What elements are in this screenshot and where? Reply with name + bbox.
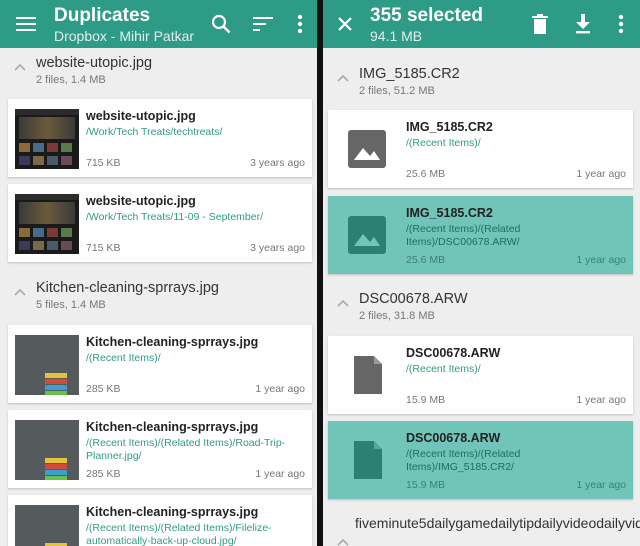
group-name: website-utopic.jpg — [36, 55, 153, 71]
selection-count: 355 selected — [370, 5, 484, 26]
file-card[interactable]: IMG_5185.CR2 /(Recent Items)/ 25.6 MB 1 … — [328, 110, 633, 188]
chevron-up-icon[interactable] — [337, 538, 349, 546]
page-title: Duplicates — [54, 5, 151, 26]
file-age: 1 year ago — [255, 468, 305, 480]
file-card[interactable]: Kitchen-cleaning-sprrays.jpg /(Recent It… — [8, 325, 312, 403]
group-meta: 2 files, 1.4 MB — [36, 74, 106, 86]
search-icon[interactable] — [209, 12, 233, 36]
file-size: 15.9 MB — [406, 479, 446, 491]
file-name: Kitchen-cleaning-sprrays.jpg — [86, 420, 259, 434]
file-age: 1 year ago — [576, 394, 626, 406]
sort-icon[interactable] — [251, 12, 275, 36]
file-age: 3 years ago — [250, 242, 305, 254]
group-name: IMG_5185.CR2 — [359, 66, 460, 82]
image-icon — [348, 216, 386, 254]
group-meta: 5 files, 1.4 MB — [36, 299, 106, 311]
file-size: 285 KB — [86, 468, 121, 480]
file-icon — [354, 356, 382, 394]
file-size: 25.6 MB — [406, 168, 446, 180]
image-thumbnail — [15, 505, 79, 546]
file-card[interactable]: Kitchen-cleaning-sprrays.jpg /(Recent It… — [8, 495, 312, 546]
delete-icon[interactable] — [528, 12, 552, 36]
menu-icon[interactable] — [14, 12, 38, 36]
file-path: /Work/Tech Treats/techtreats/ — [86, 126, 223, 138]
file-name: DSC00678.ARW — [406, 431, 501, 445]
download-icon[interactable] — [571, 12, 595, 36]
file-path: /(Recent Items)/ — [86, 352, 161, 364]
file-path: /(Recent Items)/(Related Items)/IMG_5185… — [406, 448, 521, 473]
image-thumbnail — [15, 335, 79, 395]
file-size: 285 KB — [86, 383, 121, 395]
right-panel: 355 selected 94.1 MB IMG_5185.CR2 2 file… — [323, 0, 640, 546]
chevron-up-icon[interactable] — [14, 63, 26, 71]
selection-app-bar: 355 selected 94.1 MB — [323, 0, 640, 48]
close-icon[interactable] — [333, 12, 357, 36]
image-thumbnail — [15, 194, 79, 254]
file-path: /(Recent Items)/ — [406, 363, 481, 375]
file-name: IMG_5185.CR2 — [406, 206, 493, 220]
file-path: /(Recent Items)/(Related Items)/DSC00678… — [406, 223, 521, 248]
file-name: Kitchen-cleaning-sprrays.jpg — [86, 505, 259, 519]
app-bar: Duplicates Dropbox - Mihir Patkar — [0, 0, 317, 48]
file-path: /(Recent Items)/(Related Items)/Filelize… — [86, 522, 272, 546]
file-age: 1 year ago — [576, 168, 626, 180]
file-size: 15.9 MB — [406, 394, 446, 406]
file-size: 25.6 MB — [406, 254, 446, 266]
file-age: 1 year ago — [576, 479, 626, 491]
image-icon — [348, 130, 386, 168]
file-path: /(Recent Items)/(Related Items)/Road-Tri… — [86, 437, 286, 462]
file-name: website-utopic.jpg — [86, 109, 196, 123]
group-name[interactable]: fiveminute5dailygamedailytipdailyvideoda… — [355, 514, 640, 532]
left-panel: Duplicates Dropbox - Mihir Patkar websit… — [0, 0, 317, 546]
selection-size: 94.1 MB — [370, 28, 423, 44]
file-name: DSC00678.ARW — [406, 346, 501, 360]
chevron-up-icon[interactable] — [337, 299, 349, 307]
chevron-up-icon[interactable] — [337, 74, 349, 82]
group-meta: 2 files, 51.2 MB — [359, 85, 435, 97]
file-card[interactable]: Kitchen-cleaning-sprrays.jpg /(Recent It… — [8, 410, 312, 488]
file-age: 3 years ago — [250, 157, 305, 169]
file-name: Kitchen-cleaning-sprrays.jpg — [86, 335, 259, 349]
chevron-up-icon[interactable] — [14, 288, 26, 296]
file-size: 715 KB — [86, 242, 121, 254]
file-name: IMG_5185.CR2 — [406, 120, 493, 134]
file-card[interactable]: website-utopic.jpg /Work/Tech Treats/11-… — [8, 184, 312, 262]
file-card[interactable]: DSC00678.ARW /(Recent Items)/ 15.9 MB 1 … — [328, 336, 633, 414]
file-age: 1 year ago — [255, 383, 305, 395]
file-card[interactable]: website-utopic.jpg /Work/Tech Treats/tec… — [8, 99, 312, 177]
group-name: Kitchen-cleaning-sprrays.jpg — [36, 280, 219, 296]
file-card-selected[interactable]: DSC00678.ARW /(Recent Items)/(Related It… — [328, 421, 633, 499]
image-thumbnail — [15, 109, 79, 169]
more-vert-icon[interactable] — [609, 12, 633, 36]
file-path: /(Recent Items)/ — [406, 137, 481, 149]
file-icon — [354, 441, 382, 479]
file-name: website-utopic.jpg — [86, 194, 196, 208]
group-name: DSC00678.ARW — [359, 291, 468, 307]
more-vert-icon[interactable] — [288, 12, 312, 36]
page-subtitle: Dropbox - Mihir Patkar — [54, 28, 195, 44]
group-meta: 2 files, 31.8 MB — [359, 310, 435, 322]
file-size: 715 KB — [86, 157, 121, 169]
file-age: 1 year ago — [576, 254, 626, 266]
file-path: /Work/Tech Treats/11-09 - September/ — [86, 211, 264, 223]
image-thumbnail — [15, 420, 79, 480]
file-card-selected[interactable]: IMG_5185.CR2 /(Recent Items)/(Related It… — [328, 196, 633, 274]
